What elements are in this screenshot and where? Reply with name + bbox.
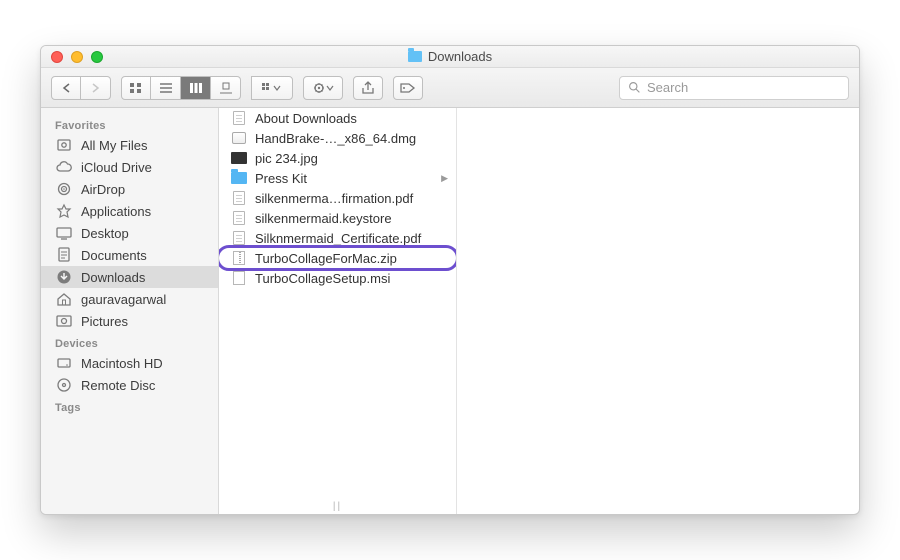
file-row[interactable]: TurboCollageSetup.msi: [219, 268, 456, 288]
file-row[interactable]: Press Kit: [219, 168, 456, 188]
file-name: HandBrake-…_x86_64.dmg: [255, 131, 416, 146]
file-row[interactable]: Silknmermaid_Certificate.pdf: [219, 228, 456, 248]
sidebar-item-home[interactable]: gauravagarwal: [41, 288, 218, 310]
sidebar: Favorites All My Files iCloud Drive AirDro…: [41, 108, 219, 514]
list-view-button[interactable]: [151, 76, 181, 100]
icloud-icon: [55, 159, 73, 175]
window-title: Downloads: [41, 49, 859, 64]
arrange-group: [251, 76, 293, 100]
msi-icon: [231, 270, 247, 286]
sidebar-item-label: Macintosh HD: [81, 356, 163, 371]
sidebar-item-label: Pictures: [81, 314, 128, 329]
minimize-window-button[interactable]: [71, 51, 83, 63]
sidebar-item-label: AirDrop: [81, 182, 125, 197]
column-resize-handle[interactable]: ||: [333, 501, 342, 512]
search-field[interactable]: Search: [619, 76, 849, 100]
nav-buttons: [51, 76, 111, 100]
sidebar-item-airdrop[interactable]: AirDrop: [41, 178, 218, 200]
sidebar-item-label: Downloads: [81, 270, 145, 285]
downloads-icon: [55, 269, 73, 285]
file-row[interactable]: silkenmerma…firmation.pdf: [219, 188, 456, 208]
search-placeholder: Search: [647, 80, 688, 95]
doc-icon: [231, 210, 247, 226]
allmyfiles-icon: [55, 137, 73, 153]
home-icon: [55, 291, 73, 307]
file-column: About Downloads HandBrake-…_x86_64.dmgpic…: [219, 108, 457, 514]
action-button[interactable]: [303, 76, 343, 100]
sidebar-item-remotedisc[interactable]: Remote Disc: [41, 374, 218, 396]
dmg-icon: [231, 130, 247, 146]
share-button[interactable]: [353, 76, 383, 100]
sidebar-item-label: Desktop: [81, 226, 129, 241]
sidebar-item-apps[interactable]: Applications: [41, 200, 218, 222]
file-row[interactable]: pic 234.jpg: [219, 148, 456, 168]
sidebar-item-hd[interactable]: Macintosh HD: [41, 352, 218, 374]
fld-icon: [231, 170, 247, 186]
doc-icon: [231, 230, 247, 246]
file-name: silkenmermaid.keystore: [255, 211, 392, 226]
forward-button[interactable]: [81, 76, 111, 100]
file-row[interactable]: HandBrake-…_x86_64.dmg: [219, 128, 456, 148]
doc-icon: [231, 190, 247, 206]
sidebar-item-desktop[interactable]: Desktop: [41, 222, 218, 244]
sidebar-item-label: iCloud Drive: [81, 160, 152, 175]
icon-view-button[interactable]: [121, 76, 151, 100]
sidebar-item-label: Remote Disc: [81, 378, 155, 393]
arrange-button[interactable]: [251, 76, 293, 100]
sidebar-item-label: gauravagarwal: [81, 292, 166, 307]
tags-button[interactable]: [393, 76, 423, 100]
documents-icon: [55, 247, 73, 263]
window-title-text: Downloads: [428, 49, 492, 64]
sidebar-item-label: All My Files: [81, 138, 147, 153]
folder-icon: [408, 51, 422, 62]
pictures-icon: [55, 313, 73, 329]
finder-window: Downloads Search Favorites All My Files i…: [40, 45, 860, 515]
jpg-icon: [231, 150, 247, 166]
back-button[interactable]: [51, 76, 81, 100]
toolbar: Search: [41, 68, 859, 108]
file-name: pic 234.jpg: [255, 151, 318, 166]
zoom-window-button[interactable]: [91, 51, 103, 63]
sidebar-item-downloads[interactable]: Downloads: [41, 266, 218, 288]
column-view-button[interactable]: [181, 76, 211, 100]
file-name: TurboCollageSetup.msi: [255, 271, 390, 286]
sidebar-item-icloud[interactable]: iCloud Drive: [41, 156, 218, 178]
sidebar-header-tags: Tags: [41, 396, 218, 416]
zip-icon: [231, 250, 247, 266]
sidebar-item-documents[interactable]: Documents: [41, 244, 218, 266]
airdrop-icon: [55, 181, 73, 197]
doc-icon: [231, 110, 247, 126]
coverflow-view-button[interactable]: [211, 76, 241, 100]
sidebar-header-devices: Devices: [41, 332, 218, 352]
view-mode-buttons: [121, 76, 241, 100]
sidebar-item-label: Applications: [81, 204, 151, 219]
desktop-icon: [55, 225, 73, 241]
remotedisc-icon: [55, 377, 73, 393]
sidebar-header-favorites: Favorites: [41, 114, 218, 134]
hd-icon: [55, 355, 73, 371]
titlebar: Downloads: [41, 46, 859, 68]
apps-icon: [55, 203, 73, 219]
traffic-lights: [41, 51, 103, 63]
file-row[interactable]: silkenmermaid.keystore: [219, 208, 456, 228]
close-window-button[interactable]: [51, 51, 63, 63]
file-row[interactable]: About Downloads: [219, 108, 456, 128]
search-icon: [628, 81, 641, 94]
file-name: Silknmermaid_Certificate.pdf: [255, 231, 421, 246]
file-row[interactable]: TurboCollageForMac.zip: [219, 248, 456, 268]
sidebar-item-label: Documents: [81, 248, 147, 263]
finder-body: Favorites All My Files iCloud Drive AirDro…: [41, 108, 859, 514]
sidebar-item-allmyfiles[interactable]: All My Files: [41, 134, 218, 156]
file-name: About Downloads: [255, 111, 357, 126]
file-name: TurboCollageForMac.zip: [255, 251, 397, 266]
file-name: silkenmerma…firmation.pdf: [255, 191, 413, 206]
sidebar-item-pictures[interactable]: Pictures: [41, 310, 218, 332]
file-name: Press Kit: [255, 171, 307, 186]
preview-column: [457, 108, 859, 514]
